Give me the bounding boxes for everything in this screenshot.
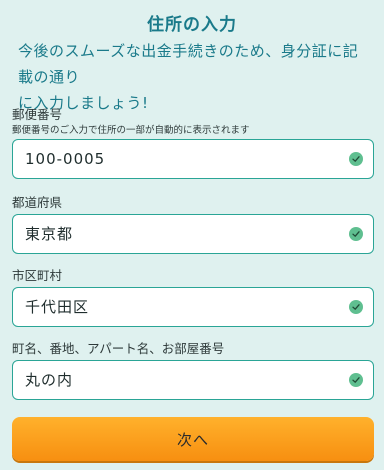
intro-line-1: 今後のスムーズな出金手続きのため、身分証に記載の通り: [18, 42, 359, 86]
page-title: 住所の入力: [147, 15, 237, 35]
street-field[interactable]: 丸の内: [12, 360, 374, 400]
city-value: 千代田区: [25, 298, 90, 316]
prefecture-field[interactable]: 東京都: [12, 214, 374, 254]
check-circle-icon: [349, 227, 363, 241]
postal-code-field[interactable]: 100-0005: [12, 139, 374, 179]
street-label: 町名、番地、アパート名、お部屋番号: [12, 341, 225, 356]
prefecture-value: 東京都: [25, 225, 74, 243]
check-circle-icon: [349, 300, 363, 314]
check-circle-icon: [349, 373, 363, 387]
postal-code-value: 100-0005: [25, 150, 106, 168]
next-button[interactable]: 次へ: [12, 417, 374, 461]
city-label: 市区町村: [12, 268, 63, 283]
intro-text: 今後のスムーズな出金手続きのため、身分証に記載の通り に入力しましょう!: [18, 38, 370, 116]
city-field[interactable]: 千代田区: [12, 287, 374, 327]
check-circle-icon: [349, 152, 363, 166]
postal-code-hint: 郵便番号のご入力で住所の一部が自動的に表示されます: [12, 125, 250, 136]
intro-line-2: に入力しましょう!: [18, 94, 149, 112]
street-value: 丸の内: [25, 371, 74, 389]
prefecture-label: 都道府県: [12, 195, 63, 210]
postal-code-label: 郵便番号: [12, 107, 63, 122]
